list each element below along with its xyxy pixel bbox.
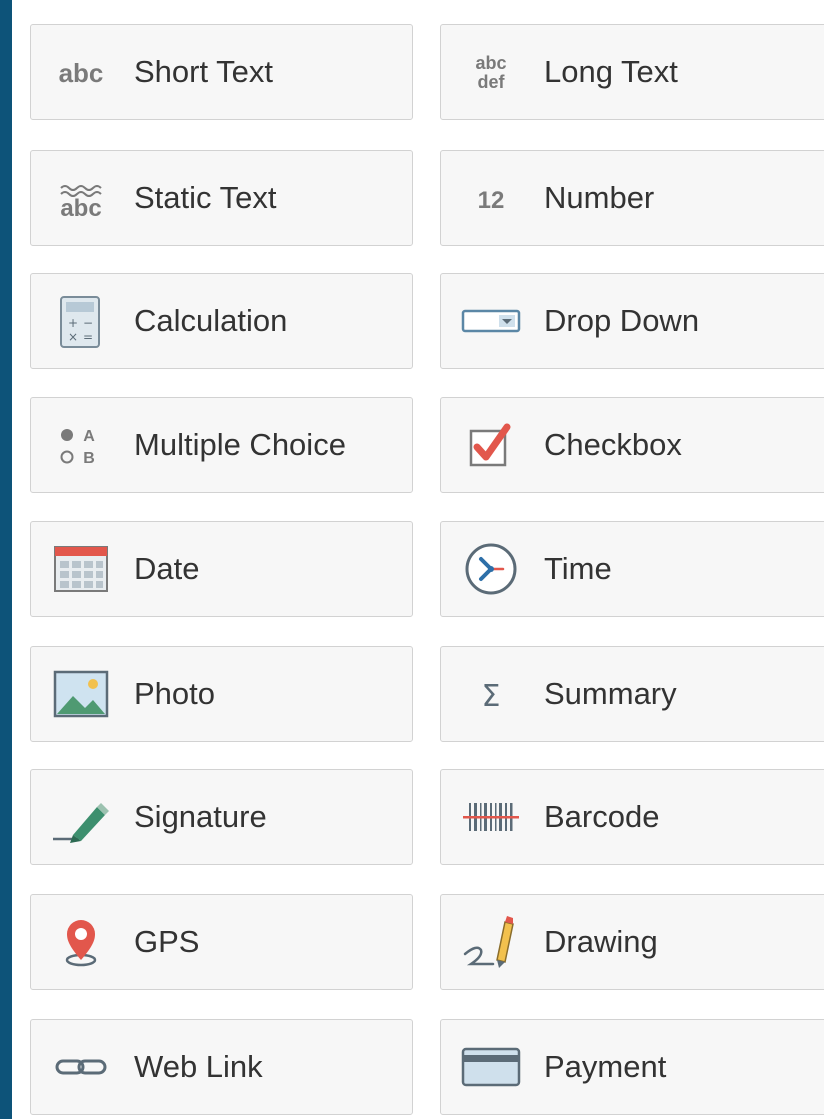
drawing-label: Drawing xyxy=(544,924,658,959)
calendar-icon xyxy=(49,537,113,601)
svg-text:Σ: Σ xyxy=(482,679,501,714)
pencil-squiggle-icon xyxy=(459,910,523,974)
svg-text:abc: abc xyxy=(475,53,506,73)
abc-def-icon: abc def xyxy=(459,40,523,104)
svg-text:×: × xyxy=(68,330,78,344)
static-abc-icon: abc xyxy=(49,166,113,230)
checkbox-label: Checkbox xyxy=(544,427,682,462)
dropdown-icon xyxy=(459,289,523,353)
long-text-label: Long Text xyxy=(544,54,678,89)
number-label: Number xyxy=(544,180,655,215)
credit-card-icon xyxy=(459,1035,523,1099)
barcode-label: Barcode xyxy=(544,799,660,834)
svg-text:−: − xyxy=(83,316,93,330)
time-label: Time xyxy=(544,551,612,586)
multiple-choice-field[interactable]: A B Multiple Choice xyxy=(30,397,413,493)
signature-field[interactable]: Signature xyxy=(30,769,413,865)
svg-text:A: A xyxy=(83,428,95,445)
svg-text:=: = xyxy=(83,330,93,344)
link-icon xyxy=(49,1035,113,1099)
gps-label: GPS xyxy=(134,924,200,959)
radio-ab-icon: A B xyxy=(49,413,113,477)
image-icon xyxy=(49,662,113,726)
short-text-field[interactable]: abc Short Text xyxy=(30,24,413,120)
barcode-icon xyxy=(459,785,523,849)
svg-text:def: def xyxy=(478,72,506,92)
static-text-field[interactable]: abc Static Text xyxy=(30,150,413,246)
gps-field[interactable]: GPS xyxy=(30,894,413,990)
payment-label: Payment xyxy=(544,1049,667,1084)
pen-signature-icon xyxy=(49,785,113,849)
time-field[interactable]: Time xyxy=(440,521,824,617)
photo-label: Photo xyxy=(134,676,216,711)
payment-field[interactable]: Payment xyxy=(440,1019,824,1115)
svg-text:abc: abc xyxy=(60,195,101,222)
web-link-label: Web Link xyxy=(134,1049,263,1084)
number-field[interactable]: 12 Number xyxy=(440,150,824,246)
multiple-choice-label: Multiple Choice xyxy=(134,427,346,462)
summary-field[interactable]: Σ Summary xyxy=(440,646,824,742)
calculation-field[interactable]: + − × = Calculation xyxy=(30,273,413,369)
location-pin-icon xyxy=(49,910,113,974)
sigma-icon: Σ xyxy=(459,662,523,726)
drawing-field[interactable]: Drawing xyxy=(440,894,824,990)
svg-text:B: B xyxy=(83,450,95,467)
summary-label: Summary xyxy=(544,676,677,711)
calculation-label: Calculation xyxy=(134,303,288,338)
date-label: Date xyxy=(134,551,200,586)
drop-down-field[interactable]: Drop Down xyxy=(440,273,824,369)
calculator-icon: + − × = xyxy=(49,289,113,353)
svg-text:abc: abc xyxy=(59,58,104,88)
web-link-field[interactable]: Web Link xyxy=(30,1019,413,1115)
number-12-icon: 12 xyxy=(459,166,523,230)
checkbox-field[interactable]: Checkbox xyxy=(440,397,824,493)
clock-icon xyxy=(459,537,523,601)
svg-text:+: + xyxy=(68,316,78,330)
long-text-field[interactable]: abc def Long Text xyxy=(440,24,824,120)
static-text-label: Static Text xyxy=(134,180,277,215)
svg-text:12: 12 xyxy=(478,187,505,214)
abc-text-icon: abc xyxy=(49,40,113,104)
checkbox-checked-icon xyxy=(459,413,523,477)
short-text-label: Short Text xyxy=(134,54,274,89)
barcode-field[interactable]: Barcode xyxy=(440,769,824,865)
drop-down-label: Drop Down xyxy=(544,303,700,338)
signature-label: Signature xyxy=(134,799,267,834)
photo-field[interactable]: Photo xyxy=(30,646,413,742)
date-field[interactable]: Date xyxy=(30,521,413,617)
